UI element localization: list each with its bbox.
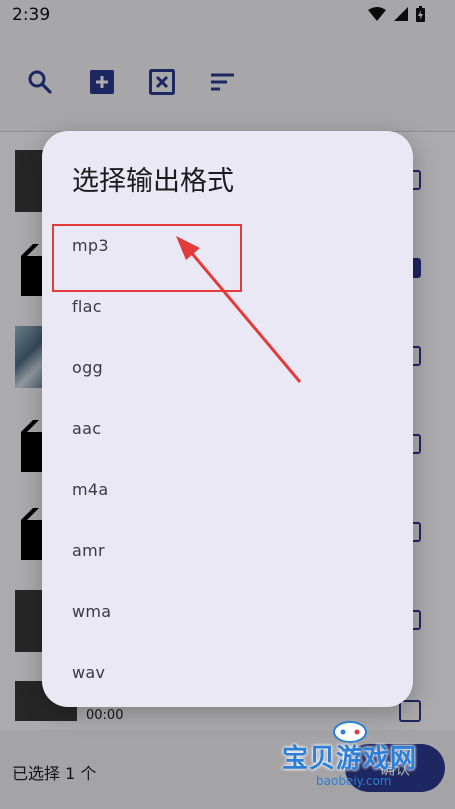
format-option-m4a[interactable]: m4a (42, 459, 413, 520)
format-option-aac[interactable]: aac (42, 398, 413, 459)
format-option-ogg[interactable]: ogg (42, 337, 413, 398)
format-option-wma[interactable]: wma (42, 581, 413, 642)
watermark: 宝贝游戏网 baobeiy.com (276, 718, 446, 803)
format-option-amr[interactable]: amr (42, 520, 413, 581)
dialog-title: 选择输出格式 (72, 166, 234, 197)
watermark-url: baobeiy.com (316, 774, 392, 788)
watermark-text: 宝贝游戏网 (282, 744, 418, 774)
highlight-box (52, 224, 242, 292)
format-dialog: 选择输出格式 mp3 flac ogg aac m4a amr wma wav (42, 131, 413, 707)
format-option-wav[interactable]: wav (42, 642, 413, 703)
